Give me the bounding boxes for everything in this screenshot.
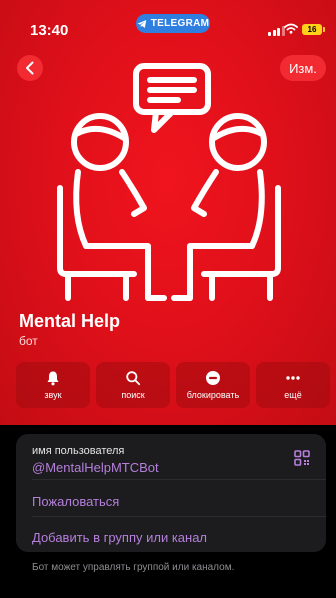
add-to-group-button[interactable]: Добавить в группу или канал bbox=[32, 530, 207, 545]
wifi-icon bbox=[284, 23, 298, 34]
report-button[interactable]: Пожаловаться bbox=[32, 494, 119, 509]
footnote: Бот может управлять группой или каналом. bbox=[32, 562, 235, 573]
action-bar: звук поиск блокировать ещё bbox=[16, 362, 330, 408]
profile-subtitle: бот bbox=[19, 334, 38, 348]
info-card: имя пользователя @MentalHelpMTCBot Пожал… bbox=[16, 434, 326, 552]
mute-label: звук bbox=[44, 390, 62, 400]
mute-button[interactable]: звук bbox=[16, 362, 90, 408]
chevron-left-icon bbox=[26, 61, 34, 75]
username-value[interactable]: @MentalHelpMTCBot bbox=[32, 460, 159, 475]
search-label: поиск bbox=[121, 390, 145, 400]
search-icon bbox=[126, 371, 141, 386]
profile-header: 13:40 TELEGRAM 16 Изм. Mental Help бот з… bbox=[0, 0, 336, 425]
battery-icon: 16 bbox=[302, 24, 325, 35]
more-button[interactable]: ещё bbox=[256, 362, 330, 408]
telegram-pill[interactable]: TELEGRAM bbox=[136, 14, 210, 33]
divider bbox=[32, 479, 326, 480]
signal-icon bbox=[268, 26, 285, 36]
status-time: 13:40 bbox=[30, 22, 69, 39]
username-label: имя пользователя bbox=[32, 445, 125, 457]
search-button[interactable]: поиск bbox=[96, 362, 170, 408]
telegram-plane-icon bbox=[137, 19, 147, 28]
divider bbox=[32, 516, 326, 517]
more-icon bbox=[286, 376, 300, 380]
battery-level: 16 bbox=[307, 25, 317, 34]
more-label: ещё bbox=[284, 390, 302, 400]
block-button[interactable]: блокировать bbox=[176, 362, 250, 408]
therapy-session-avatar bbox=[57, 63, 281, 301]
bell-icon bbox=[47, 371, 59, 386]
block-icon bbox=[206, 371, 220, 385]
username-row[interactable]: имя пользователя @MentalHelpMTCBot bbox=[16, 434, 326, 479]
block-label: блокировать bbox=[186, 390, 240, 400]
qr-code-icon[interactable] bbox=[294, 450, 310, 466]
profile-name: Mental Help bbox=[19, 311, 121, 331]
